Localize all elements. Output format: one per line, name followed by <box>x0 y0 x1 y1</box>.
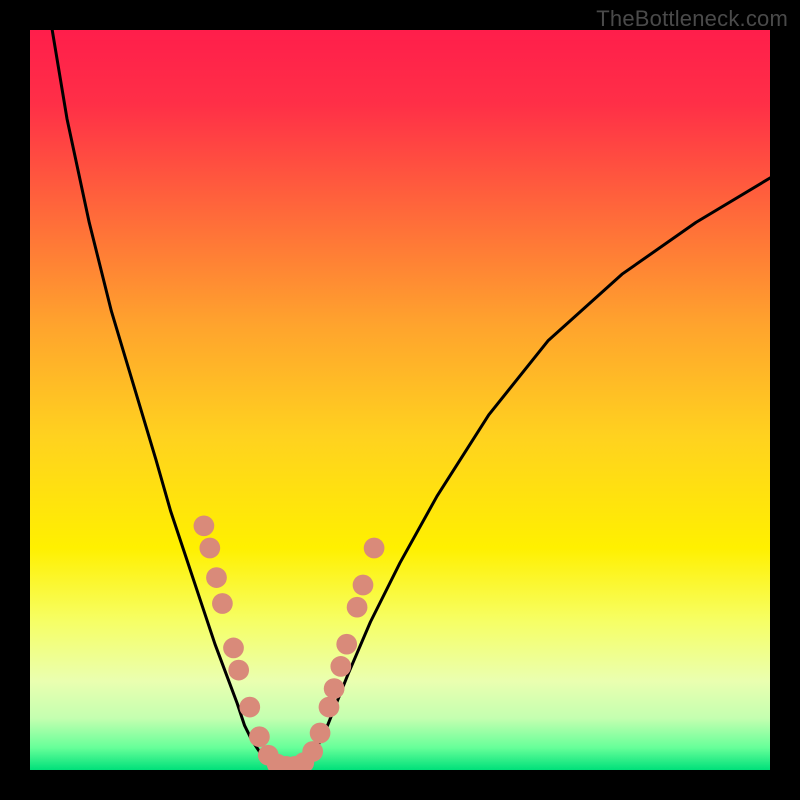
data-marker <box>228 660 249 681</box>
data-marker <box>353 575 374 596</box>
data-marker <box>330 656 351 677</box>
data-marker <box>324 678 345 699</box>
data-marker <box>310 723 331 744</box>
data-marker <box>364 538 385 559</box>
data-marker <box>319 697 340 718</box>
data-marker <box>212 593 233 614</box>
watermark-text: TheBottleneck.com <box>596 6 788 32</box>
plot-area <box>30 30 770 770</box>
data-marker <box>302 741 323 762</box>
data-marker <box>336 634 357 655</box>
data-marker <box>249 726 270 747</box>
chart-svg <box>30 30 770 770</box>
chart-frame: TheBottleneck.com <box>0 0 800 800</box>
data-marker <box>223 638 244 659</box>
data-marker <box>347 597 368 618</box>
data-marker <box>206 567 227 588</box>
data-marker <box>194 515 215 536</box>
data-marker <box>239 697 260 718</box>
gradient-background <box>30 30 770 770</box>
data-marker <box>199 538 220 559</box>
